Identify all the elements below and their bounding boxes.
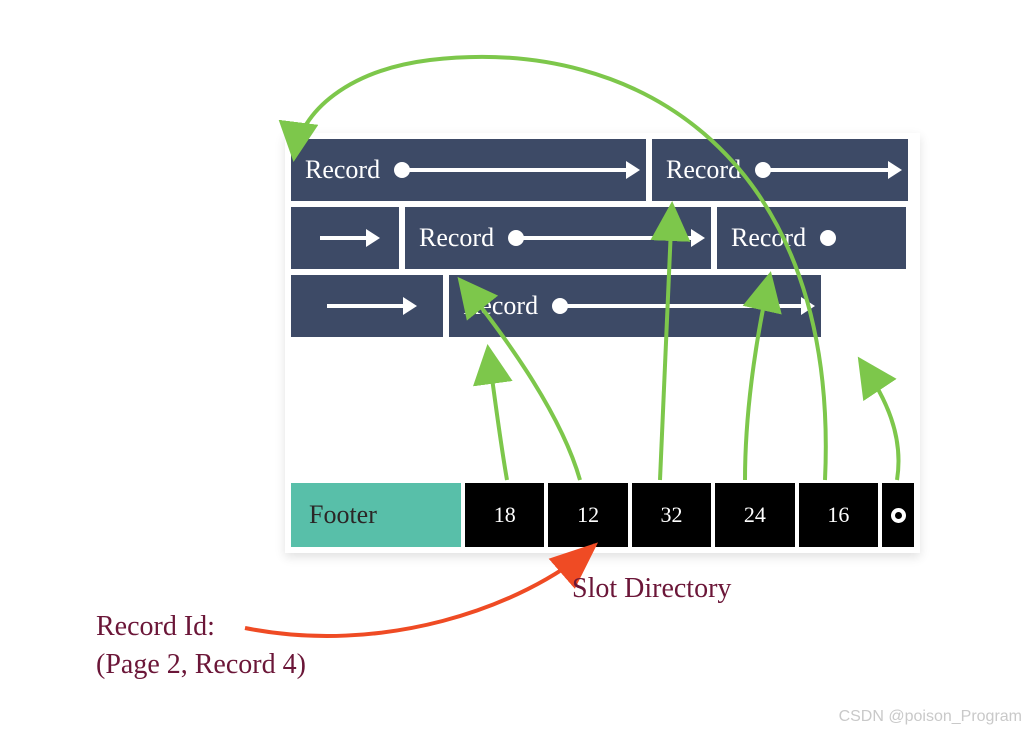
arrow-icon (566, 304, 807, 308)
page-block: Record Record Record Record (285, 133, 920, 553)
record-id-label-2: (Page 2, Record 4) (96, 646, 306, 684)
record-3: Record (405, 207, 711, 269)
record-tail-5a (291, 275, 443, 337)
slot-1: 12 (548, 483, 627, 547)
record-tail-3a (291, 207, 399, 269)
record-row: Record (291, 275, 914, 337)
record-label: Record (305, 155, 380, 185)
record-id-label-1: Record Id: (96, 608, 215, 646)
ring-icon (891, 508, 906, 523)
record-row: Record Record (291, 207, 914, 269)
slot-directory-label: Slot Directory (572, 570, 731, 608)
slot-0: 18 (465, 483, 544, 547)
arrow-icon (408, 168, 632, 172)
slot-3: 24 (715, 483, 794, 547)
record-5: Record (449, 275, 821, 337)
record-label: Record (731, 223, 806, 253)
arrow-icon (769, 168, 894, 172)
record-label: Record (463, 291, 538, 321)
records-area: Record Record Record Record (291, 139, 914, 343)
slot-end (882, 483, 914, 547)
arrow-icon (522, 236, 697, 240)
watermark: CSDN @poison_Program (839, 708, 1022, 726)
record-1: Record (291, 139, 646, 201)
slot-2: 32 (632, 483, 711, 547)
record-label: Record (419, 223, 494, 253)
arrow-icon (320, 236, 370, 240)
slot-4: 16 (799, 483, 878, 547)
footer-row: Footer 18 12 32 24 16 (291, 483, 914, 547)
arrow-icon (327, 304, 407, 308)
footer-label: Footer (291, 483, 461, 547)
record-2: Record (652, 139, 908, 201)
record-label: Record (666, 155, 741, 185)
record-dot-icon (820, 230, 836, 246)
record-4: Record (717, 207, 906, 269)
record-row: Record Record (291, 139, 914, 201)
